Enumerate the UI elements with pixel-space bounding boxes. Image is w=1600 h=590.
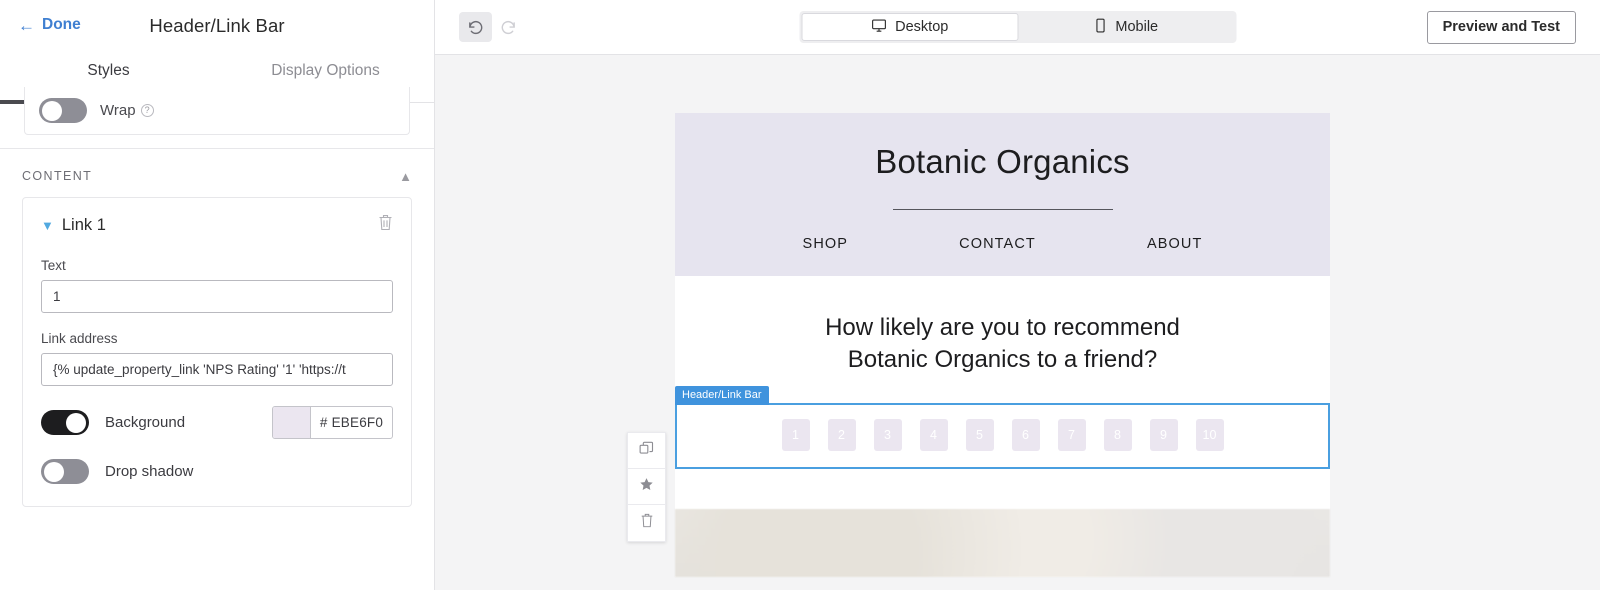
wrap-toggle[interactable] <box>39 98 87 123</box>
link-1-card: ▼ Link 1 Text Link address <box>22 197 412 507</box>
background-row: Background # EBE6F0 <box>41 406 393 439</box>
link-address-input[interactable] <box>41 353 393 386</box>
nav-link-shop[interactable]: SHOP <box>803 236 849 252</box>
wrap-label: Wrap <box>100 102 136 119</box>
selected-block-header-link-bar[interactable]: Header/Link Bar 1 2 3 4 5 6 7 8 9 10 <box>675 385 1330 469</box>
redo-icon <box>500 19 517 36</box>
nav-link-about[interactable]: ABOUT <box>1147 236 1202 252</box>
device-option-desktop[interactable]: Desktop <box>801 13 1019 41</box>
email-editor-app: ← Done Header/Link Bar Styles Display Op… <box>0 0 1600 590</box>
nps-question-line2: Botanic Organics to a friend? <box>847 346 1158 374</box>
link-1-title: Link 1 <box>61 215 106 234</box>
device-option-desktop-label: Desktop <box>895 19 949 35</box>
drop-shadow-label: Drop shadow <box>105 463 194 480</box>
wrap-card: Wrap ? <box>24 87 410 135</box>
favorite-block-button[interactable] <box>628 469 665 505</box>
chevron-down-icon[interactable]: ▼ <box>41 218 54 233</box>
color-swatch[interactable] <box>273 407 311 438</box>
trash-icon[interactable] <box>378 214 393 236</box>
nps-rating-row: 1 2 3 4 5 6 7 8 9 10 <box>677 405 1328 467</box>
link-address-field-group: Link address <box>41 331 393 386</box>
editor-main: Desktop Mobile Preview and Test Botanic … <box>435 0 1600 590</box>
rating-button-4[interactable]: 4 <box>919 418 948 451</box>
wrap-toggle-knob <box>42 100 62 121</box>
nav-link-contact[interactable]: CONTACT <box>959 236 1036 252</box>
email-header-block: Botanic Organics SHOP CONTACT ABOUT <box>675 113 1330 276</box>
rating-button-10[interactable]: 10 <box>1195 418 1224 451</box>
link-1-card-header: ▼ Link 1 <box>41 214 393 236</box>
divider-rule <box>892 209 1113 210</box>
email-spacer-block <box>675 468 1330 509</box>
nps-question: How likely are you to recommend Botanic … <box>675 312 1330 377</box>
block-action-toolbar <box>627 432 666 542</box>
nps-question-line1: How likely are you to recommend <box>825 314 1180 341</box>
chevron-up-icon[interactable]: ▲ <box>399 170 412 183</box>
selection-label: Header/Link Bar <box>675 385 769 405</box>
monitor-icon <box>871 18 886 37</box>
preview-and-test-button[interactable]: Preview and Test <box>1426 10 1576 44</box>
link-1-title-group[interactable]: ▼ Link 1 <box>41 216 106 235</box>
drop-shadow-row: Drop shadow <box>41 459 393 484</box>
sidebar-header: ← Done Header/Link Bar <box>0 0 434 57</box>
editor-toolbar: Desktop Mobile Preview and Test <box>435 0 1600 55</box>
redo-button[interactable] <box>492 12 525 42</box>
rating-button-1[interactable]: 1 <box>781 418 810 451</box>
duplicate-icon <box>639 441 654 461</box>
text-field-group: Text <box>41 258 393 313</box>
delete-block-button[interactable] <box>628 505 665 541</box>
link-address-label: Link address <box>41 331 118 346</box>
device-toggle: Desktop Mobile <box>799 11 1236 43</box>
rating-button-3[interactable]: 3 <box>873 418 902 451</box>
content-section-body: ▼ Link 1 Text Link address <box>0 197 434 507</box>
text-field-label: Text <box>41 258 66 273</box>
device-option-mobile[interactable]: Mobile <box>1019 13 1235 41</box>
undo-button[interactable] <box>459 12 492 42</box>
rating-button-5[interactable]: 5 <box>965 418 994 451</box>
tab-display-options-label: Display Options <box>271 62 380 79</box>
email-preview: Botanic Organics SHOP CONTACT ABOUT How … <box>675 113 1330 577</box>
text-input[interactable] <box>41 280 393 313</box>
rating-button-9[interactable]: 9 <box>1149 418 1178 451</box>
page-title: Header/Link Bar <box>149 15 285 36</box>
duplicate-block-button[interactable] <box>628 433 665 469</box>
rating-button-6[interactable]: 6 <box>1011 418 1040 451</box>
brand-name: Botanic Organics <box>875 143 1130 180</box>
trash-icon <box>640 513 654 533</box>
rating-button-8[interactable]: 8 <box>1103 418 1132 451</box>
device-option-mobile-label: Mobile <box>1115 19 1159 35</box>
background-toggle[interactable] <box>41 410 89 435</box>
color-hex-value[interactable]: # EBE6F0 <box>311 407 392 438</box>
rating-button-2[interactable]: 2 <box>827 418 856 451</box>
email-photo-block[interactable] <box>675 508 1330 577</box>
background-toggle-knob <box>66 412 86 433</box>
drop-shadow-toggle[interactable] <box>41 459 89 484</box>
star-icon <box>639 477 654 497</box>
background-label: Background <box>105 414 186 431</box>
background-color-field[interactable]: # EBE6F0 <box>272 406 393 439</box>
undo-icon <box>467 19 484 36</box>
email-body-block: How likely are you to recommend Botanic … <box>675 276 1330 577</box>
email-canvas: Botanic Organics SHOP CONTACT ABOUT How … <box>435 55 1600 590</box>
drop-shadow-toggle-knob <box>44 461 64 482</box>
settings-sidebar: ← Done Header/Link Bar Styles Display Op… <box>0 0 435 590</box>
tab-styles-label: Styles <box>87 62 130 79</box>
content-section-title: CONTENT <box>22 169 93 183</box>
info-icon[interactable]: ? <box>140 104 154 117</box>
phone-icon <box>1094 18 1106 37</box>
email-nav: SHOP CONTACT ABOUT <box>675 236 1330 252</box>
content-section-header[interactable]: CONTENT ▲ <box>0 149 434 197</box>
wrap-setting-row: Wrap ? <box>0 87 434 149</box>
rating-button-7[interactable]: 7 <box>1057 418 1086 451</box>
wrap-label-group: Wrap ? <box>100 102 154 119</box>
